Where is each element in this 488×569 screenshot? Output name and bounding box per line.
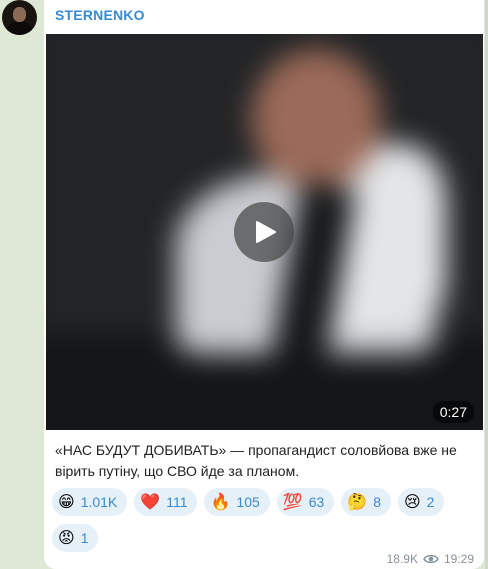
avatar-body [7, 22, 32, 35]
play-icon [256, 221, 276, 243]
reaction-emoji: 🔥 [210, 492, 231, 511]
post-caption: «НАС БУДУТ ДОБИВАТЬ» — пропагандист соло… [55, 442, 457, 479]
reaction-count: 63 [308, 494, 325, 510]
reaction-pill[interactable]: 🤔 8 [341, 488, 391, 516]
video-thumbnail[interactable]: 0:27 [46, 34, 483, 430]
reaction-pill[interactable]: 😁 1.01K [52, 488, 128, 516]
reaction-count: 105 [236, 494, 260, 510]
post-time: 19:29 [443, 552, 474, 566]
channel-avatar[interactable] [2, 0, 37, 35]
reaction-pill[interactable]: 😡 1 [52, 524, 99, 552]
reaction-count: 8 [373, 494, 381, 510]
reaction-emoji: 😡 [58, 528, 75, 547]
reaction-pill[interactable]: 💯 63 [276, 488, 335, 516]
post-meta: 18.9K 19:29 [387, 552, 474, 566]
video-duration: 0:27 [432, 401, 474, 423]
reaction-count: 1.01K [80, 494, 118, 510]
reaction-pill[interactable]: 🔥 105 [204, 488, 270, 516]
reaction-pill[interactable]: 😢 2 [397, 488, 445, 516]
channel-name[interactable]: STERNENKO [55, 7, 145, 23]
views-count: 18.9K [386, 552, 418, 566]
play-button[interactable] [234, 202, 294, 262]
reaction-emoji: 🤔 [347, 492, 368, 511]
reaction-count: 1 [80, 530, 89, 546]
avatar-face [13, 7, 26, 22]
reaction-pill[interactable]: ❤️ 111 [134, 488, 198, 516]
eye-icon [423, 554, 439, 564]
reaction-emoji: 😁 [58, 492, 75, 511]
message-bubble: STERNENKO 0:27 «НАС БУДУТ ДОБИВАТЬ» — пр… [44, 0, 484, 569]
reactions-bar: 😁 1.01K ❤️ 111 🔥 105 💯 63 🤔 8 😢 2 😡 1 [52, 488, 472, 552]
reaction-emoji: ❤️ [140, 492, 161, 511]
reaction-emoji: 😢 [403, 492, 421, 511]
reaction-count: 111 [166, 494, 188, 510]
reaction-count: 2 [426, 494, 435, 510]
reaction-emoji: 💯 [282, 492, 303, 511]
